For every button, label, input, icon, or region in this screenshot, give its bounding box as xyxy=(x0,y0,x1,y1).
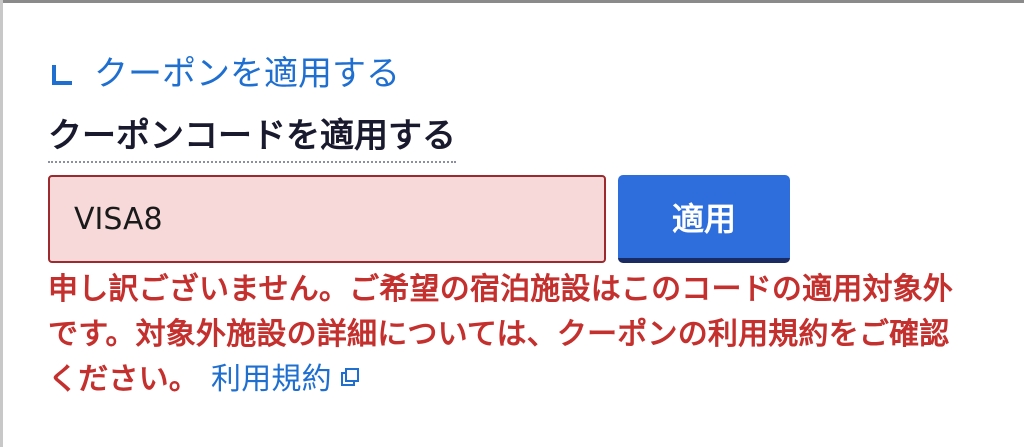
coupon-form-title: クーポンコードを適用する xyxy=(48,112,456,163)
apply-coupon-link-label: クーポンを適用する xyxy=(94,54,400,94)
external-link-icon xyxy=(340,367,359,386)
terms-link-label: 利用規約 xyxy=(211,362,332,397)
error-message-text: 申し訳ございません。ご希望の宿泊施設はこのコードの適用対象外です。対象外施設の詳… xyxy=(48,272,954,397)
apply-coupon-link[interactable]: クーポンを適用する xyxy=(48,50,978,98)
coupon-form-row: 適用 xyxy=(48,175,978,263)
coupon-code-input[interactable] xyxy=(48,175,606,263)
return-arrow-icon xyxy=(52,65,72,85)
terms-of-use-link[interactable]: 利用規約 xyxy=(211,362,360,397)
apply-button[interactable]: 適用 xyxy=(618,175,790,263)
top-border xyxy=(0,0,1024,3)
coupon-error-message: 申し訳ございません。ご希望の宿泊施設はこのコードの適用対象外です。対象外施設の詳… xyxy=(48,267,978,402)
left-border xyxy=(0,0,3,447)
coupon-section: クーポンを適用する クーポンコードを適用する 適用 申し訳ございません。ご希望の… xyxy=(48,50,978,402)
